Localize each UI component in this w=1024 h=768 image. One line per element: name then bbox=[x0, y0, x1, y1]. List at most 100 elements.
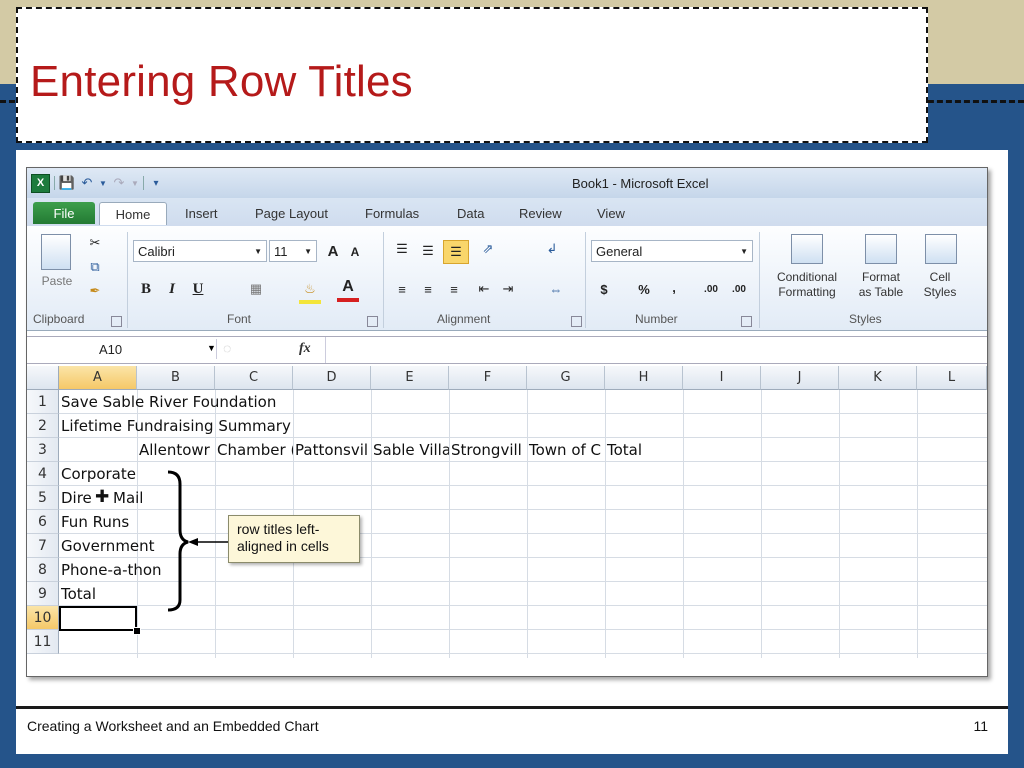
column-header-j[interactable]: J bbox=[761, 366, 839, 390]
tab-insert[interactable]: Insert bbox=[185, 202, 218, 224]
customize-qat-icon[interactable]: ▾ bbox=[148, 175, 164, 191]
top-align-icon[interactable]: ☰ bbox=[391, 238, 413, 260]
font-name-select[interactable]: Calibri ▼ bbox=[133, 240, 267, 262]
row-header-3[interactable]: 3 bbox=[27, 438, 59, 462]
redo-icon[interactable]: ↷ bbox=[111, 175, 127, 191]
decrease-decimal-button[interactable]: .00 bbox=[727, 278, 751, 300]
italic-button[interactable]: I bbox=[161, 278, 183, 300]
cell-styles-icon[interactable] bbox=[925, 234, 957, 264]
bold-button[interactable]: B bbox=[135, 278, 157, 300]
tab-data[interactable]: Data bbox=[457, 202, 484, 224]
row-header-8[interactable]: 8 bbox=[27, 558, 59, 582]
row-header-11[interactable]: 11 bbox=[27, 630, 59, 654]
tab-page-layout[interactable]: Page Layout bbox=[255, 202, 328, 224]
align-left-icon[interactable]: ≡ bbox=[391, 278, 413, 300]
column-header-f[interactable]: F bbox=[449, 366, 527, 390]
row-header-7[interactable]: 7 bbox=[27, 534, 59, 558]
cut-icon[interactable]: ✂ bbox=[85, 234, 105, 252]
wrap-text-icon[interactable]: ↲ bbox=[541, 238, 563, 260]
save-icon[interactable]: 💾 bbox=[59, 175, 75, 191]
orientation-icon[interactable]: ⇗ bbox=[473, 238, 503, 260]
cell-f3[interactable]: Strongvill bbox=[449, 438, 527, 461]
cell-h3[interactable]: Total bbox=[605, 438, 683, 461]
fill-handle[interactable] bbox=[133, 627, 141, 635]
cell-c3[interactable]: Chamber ( bbox=[215, 438, 293, 461]
decrease-indent-icon[interactable]: ⇤ bbox=[473, 278, 495, 300]
format-painter-icon[interactable]: ✒ bbox=[85, 282, 105, 300]
middle-align-icon[interactable]: ☰ bbox=[417, 240, 439, 262]
increase-indent-icon[interactable]: ⇥ bbox=[497, 278, 519, 300]
number-format-select[interactable]: General ▼ bbox=[591, 240, 753, 262]
column-header-d[interactable]: D bbox=[293, 366, 371, 390]
format-as-table-label-1: Format bbox=[861, 270, 900, 284]
shrink-font-button[interactable]: A bbox=[345, 242, 365, 262]
cell-g3[interactable]: Town of C bbox=[527, 438, 605, 461]
column-header-c[interactable]: C bbox=[215, 366, 293, 390]
percent-button[interactable]: % bbox=[635, 278, 653, 300]
column-header-l[interactable]: L bbox=[917, 366, 987, 390]
column-header-h[interactable]: H bbox=[605, 366, 683, 390]
tab-file[interactable]: File bbox=[33, 202, 95, 224]
alignment-dialog-launcher-icon[interactable] bbox=[571, 316, 582, 327]
currency-button[interactable]: $ bbox=[595, 278, 613, 300]
column-header-i[interactable]: I bbox=[683, 366, 761, 390]
column-header-g[interactable]: G bbox=[527, 366, 605, 390]
column-header-k[interactable]: K bbox=[839, 366, 917, 390]
underline-button[interactable]: U bbox=[187, 278, 209, 300]
comma-button[interactable]: , bbox=[665, 276, 683, 298]
row-header-10[interactable]: 10 bbox=[27, 606, 59, 630]
tab-view[interactable]: View bbox=[597, 202, 625, 224]
cell-a1[interactable]: Save Sable River Foundation bbox=[59, 390, 379, 413]
column-header-b[interactable]: B bbox=[137, 366, 215, 390]
cell-b3[interactable]: Allentowr bbox=[137, 438, 215, 461]
font-dialog-launcher-icon[interactable] bbox=[367, 316, 378, 327]
clipboard-dialog-launcher-icon[interactable] bbox=[111, 316, 122, 327]
row-header-5[interactable]: 5 bbox=[27, 486, 59, 510]
row-header-9[interactable]: 9 bbox=[27, 582, 59, 606]
column-header-a[interactable]: A bbox=[59, 366, 137, 390]
increase-decimal-button[interactable]: .00 bbox=[699, 278, 723, 300]
window-title: Book1 - Microsoft Excel bbox=[572, 176, 709, 191]
paste-icon[interactable] bbox=[41, 234, 71, 270]
format-as-table-button[interactable]: Format as Table bbox=[849, 270, 913, 300]
cell-styles-button[interactable]: Cell Styles bbox=[913, 270, 967, 300]
format-as-table-icon[interactable] bbox=[865, 234, 897, 264]
paste-label[interactable]: Paste bbox=[37, 274, 77, 289]
insert-function-button[interactable]: fx bbox=[299, 341, 311, 357]
conditional-formatting-button[interactable]: Conditional Formatting bbox=[763, 270, 851, 300]
excel-app-icon[interactable]: X bbox=[31, 173, 50, 193]
tab-review[interactable]: Review bbox=[519, 202, 562, 224]
fill-color-icon[interactable]: ♨ bbox=[299, 278, 321, 304]
font-size-select[interactable]: 11 ▼ bbox=[269, 240, 317, 262]
borders-icon[interactable]: ▦ bbox=[245, 278, 267, 300]
chevron-down-icon[interactable]: ▼ bbox=[207, 343, 216, 353]
name-box[interactable]: A10 bbox=[29, 339, 217, 359]
row-header-4[interactable]: 4 bbox=[27, 462, 59, 486]
cell-d3[interactable]: Pattonsvil bbox=[293, 438, 371, 461]
tab-formulas[interactable]: Formulas bbox=[365, 202, 419, 224]
undo-icon[interactable]: ↶ bbox=[79, 175, 95, 191]
grow-font-button[interactable]: A bbox=[323, 240, 343, 262]
column-header-e[interactable]: E bbox=[371, 366, 449, 390]
font-size-value: 11 bbox=[274, 243, 288, 259]
cell-a2[interactable]: Lifetime Fundraising Summary bbox=[59, 414, 379, 437]
align-right-icon[interactable]: ≡ bbox=[443, 278, 465, 300]
cell-e3[interactable]: Sable Villa bbox=[371, 438, 449, 461]
undo-dropdown-icon[interactable]: ▼ bbox=[99, 175, 107, 191]
merge-center-icon[interactable]: ⇔ bbox=[541, 278, 571, 300]
conditional-formatting-icon[interactable] bbox=[791, 234, 823, 264]
row-header-1[interactable]: 1 bbox=[27, 390, 59, 414]
font-color-button[interactable]: A bbox=[337, 276, 359, 302]
row-header-6[interactable]: 6 bbox=[27, 510, 59, 534]
redo-dropdown-icon[interactable]: ▼ bbox=[131, 175, 139, 191]
excel-title-bar: X 💾 ↶ ▼ ↷ ▼ ▾ Book1 - Microsoft Excel bbox=[27, 168, 987, 198]
gridline bbox=[59, 629, 987, 630]
copy-icon[interactable]: ⧉ bbox=[85, 258, 105, 276]
select-all-corner[interactable] bbox=[27, 366, 59, 390]
align-center-icon[interactable]: ≡ bbox=[417, 278, 439, 300]
row-header-2[interactable]: 2 bbox=[27, 414, 59, 438]
active-cell-a10[interactable] bbox=[59, 606, 137, 631]
bottom-align-icon[interactable]: ☰ bbox=[443, 240, 469, 264]
number-dialog-launcher-icon[interactable] bbox=[741, 316, 752, 327]
tab-home[interactable]: Home bbox=[99, 202, 167, 225]
